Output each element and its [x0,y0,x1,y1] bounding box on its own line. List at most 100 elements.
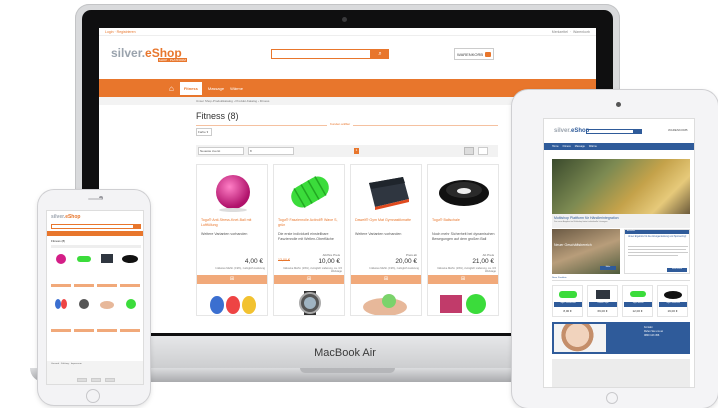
tablet-product-price: 8,00 € [563,309,572,313]
contact-line3[interactable]: 0800 123 456 [644,334,663,338]
product-name[interactable]: Dawell® Gym Mat Gymnastikmatte [355,218,419,223]
shop-logo[interactable]: silver.eShopSHOP · PLATFORM [111,44,187,62]
product-image-dvd-ball[interactable] [434,291,494,315]
cart-icon: ⊞ [306,276,312,282]
phone-toolbar[interactable] [51,245,141,248]
phone-product-image[interactable] [97,296,117,311]
product-image-pink-ball[interactable] [203,171,263,213]
nav-item-waerme[interactable]: Wärme [230,86,243,91]
add-to-cart-button[interactable]: ⊞ [351,275,421,284]
tablet-search-input[interactable] [586,129,634,134]
phone-nav[interactable] [47,231,143,236]
laptop-notch [300,368,395,373]
tablet-hero-image[interactable] [552,159,690,214]
phone-add-to-cart[interactable] [74,329,94,332]
tablet-search-button[interactable] [634,129,642,134]
nav-item-fitness[interactable]: Fitness [179,81,202,95]
tablet-product-card[interactable]: Togu® Faszienrolle 8,00 € [552,285,583,317]
product-card[interactable]: Togu® Anti-Stress-Knet-Ball mit Luftfüll… [196,164,268,316]
tablet-product-card[interactable]: Togu® Ballschale 19,00 € [657,285,688,317]
phone-product-image[interactable] [74,296,94,311]
tablet-news-title[interactable]: Unser Ergebnis für die Anzeigenleistung … [628,236,688,239]
phone-add-to-cart[interactable] [74,284,94,287]
tablet-nav-home[interactable]: Home [552,145,559,148]
wishlist-link[interactable]: Merkzettel [552,30,568,34]
tablet-nav-massage[interactable]: Massage [575,145,585,148]
product-name[interactable]: Togu® Anti-Stress-Knet-Ball mit Luftfüll… [201,218,265,227]
tablet-contact-text: Kontakt Rufen Sie uns an 0800 123 456 [644,326,663,338]
tablet-nav-fitness[interactable]: Fitness [563,145,571,148]
product-image-green-roller[interactable] [280,171,340,213]
topbar: Login · Registrieren Merkzettel · Warenk… [99,28,596,36]
search-button[interactable]: ⌕ [371,49,389,59]
phone-product-image[interactable] [120,296,140,311]
phone-product-image[interactable] [120,251,140,266]
phone-product-image[interactable] [51,251,71,266]
nav-item-massage[interactable]: Massage [208,86,224,91]
phone-add-to-cart[interactable] [97,329,117,332]
text-line [628,246,688,247]
laptop-brand-label: MacBook Air [314,347,376,359]
tablet-hero-title: Multishop Plattform für Händlerintegrati… [554,216,619,220]
tablet-logo[interactable]: silver.eShop [554,128,589,134]
page-number[interactable]: 1 [354,148,359,154]
product-image-inflatable-horses[interactable] [203,291,263,315]
tablet-teaser-button[interactable]: Mehr [600,266,616,270]
product-price: 10,00 € [318,258,340,265]
product-card[interactable]: Togu® Ballschale Noch mehr Sicherheit be… [427,164,499,316]
tablet-news-button[interactable]: Mehr lesen [667,268,687,272]
list-view-icon[interactable] [478,147,488,155]
product-image [596,290,610,299]
product-image-gym-mat[interactable] [357,171,417,213]
phone-footer-text[interactable]: Versand · Zahlung · Impressum [51,363,82,366]
tablet-product-name: Togu® Actiroll [624,302,652,307]
phone-logo[interactable]: silver.eShop [51,214,80,220]
sort-select[interactable]: Neueste zuerst [198,147,244,155]
product-image-hand-ball[interactable] [357,291,417,315]
product-image [630,291,646,297]
price-from-label: Preis ab [405,253,417,257]
phone-add-to-cart[interactable] [51,329,71,332]
product-description: Weitere Varianten vorhanden [201,232,248,236]
phone-add-to-cart[interactable] [120,284,140,287]
phone-product-image[interactable] [74,251,94,266]
product-image [559,291,577,298]
product-name[interactable]: Togu® Ballschale [432,218,496,223]
filter-toggle[interactable]: Kunden anfilter [327,122,354,126]
login-link[interactable]: Login · Registrieren [105,30,136,34]
phone-add-to-cart[interactable] [51,284,71,287]
tablet-product-card[interactable]: Togu® Actiroll 12,00 € [622,285,653,317]
text-line [628,252,688,253]
phone-product-image[interactable] [97,251,117,266]
cart-link[interactable]: Warenkorb [573,30,590,34]
cart-icon [485,51,492,57]
laptop-camera [342,17,347,22]
grid-view-icon[interactable] [464,147,474,155]
search-input[interactable] [271,49,371,59]
per-page-select[interactable]: 8 [248,147,294,155]
cart-button[interactable]: WARENKORB [454,48,494,60]
phone-search-input[interactable] [51,224,135,229]
phone-add-to-cart[interactable] [97,284,117,287]
price-from-label: Ab/Ihre Preis [322,253,340,257]
header: silver.eShopSHOP · PLATFORM ⌕ WARENKORB [99,36,596,70]
product-card[interactable]: Dawell® Gym Mat Gymnastikmatte Weitere V… [350,164,422,316]
phone-product-image[interactable] [51,296,71,311]
product-image-ball-bowl[interactable] [434,171,494,213]
product-card[interactable]: Togu® Faszienrolle Actiroll® Wave S, grü… [273,164,345,316]
tablet-home-button[interactable] [606,392,618,404]
add-to-cart-button[interactable]: ⊞ [428,275,498,284]
tablet-nav-waerme[interactable]: Wärme [589,145,597,148]
product-image-sport-watch[interactable] [280,291,340,315]
product-name[interactable]: Togu® Faszienrolle Actiroll® Wave S, grü… [278,218,342,227]
phone-home-button[interactable] [86,389,100,403]
tablet-cart[interactable]: WARENKORB [668,128,688,132]
phone-search-button[interactable] [133,224,141,229]
home-icon[interactable]: ⌂ [169,84,174,93]
add-to-cart-button[interactable]: ⊞ [274,275,344,284]
phone-add-to-cart[interactable] [120,329,140,332]
color-filter-button[interactable]: Farbe ▾ [196,128,212,136]
tablet-product-card[interactable]: Dawell® Gym 69,00 € [587,285,618,317]
price-from-label: Ab Preis [482,253,494,257]
add-to-cart-button[interactable]: ⊞ [197,275,267,284]
